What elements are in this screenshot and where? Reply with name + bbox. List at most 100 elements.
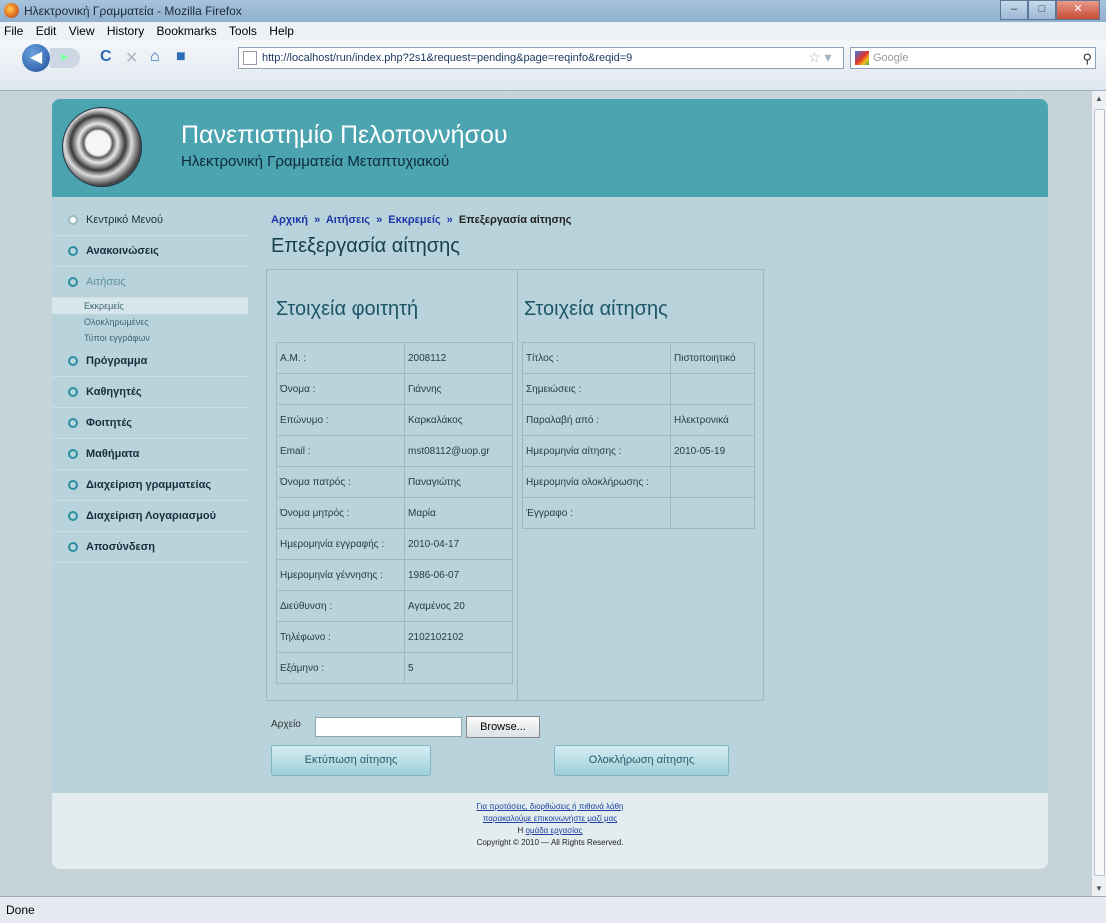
request-field-label: Έγγραφο : [522, 497, 671, 529]
back-icon[interactable]: ◀ [22, 44, 50, 72]
student-row: Ημερομηνία εγγραφής :2010-04-17 [276, 528, 513, 560]
breadcrumb-requests[interactable]: Αιτήσεις [326, 214, 370, 226]
minimize-button[interactable]: – [1000, 0, 1028, 20]
window-titlebar: Ηλεκτρονική Γραμματεία - Mozilla Firefox… [0, 0, 1106, 22]
bullet-icon [68, 449, 78, 459]
sidebar-item-students[interactable]: Φοιτητές [52, 408, 248, 439]
student-row: Α.Μ. :2008112 [276, 342, 513, 374]
google-icon [855, 51, 869, 65]
browse-button[interactable]: Browse... [466, 716, 540, 738]
url-bar[interactable]: http://localhost/run/index.php?2s1&reque… [238, 47, 844, 69]
sidebar-item-home[interactable]: Κεντρικό Μενού [52, 205, 248, 236]
navigation-toolbar: ◀ ▶ C ✕ ⌂ ■ http://localhost/run/index.p… [0, 40, 1106, 91]
student-row: Εξάμηνο :5 [276, 652, 513, 684]
sidebar-item-announcements[interactable]: Ανακοινώσεις [52, 236, 248, 267]
student-row: Επώνυμο : Καρκαλάκος [276, 404, 513, 436]
maximize-button[interactable]: □ [1028, 0, 1056, 20]
breadcrumb-home[interactable]: Αρχική [271, 214, 308, 226]
bullet-icon [68, 511, 78, 521]
request-row: Ημερομηνία αίτησης :2010-05-19 [522, 435, 755, 467]
sidebar: Κεντρικό Μενού Ανακοινώσεις Αιτήσεις Εκκ… [52, 205, 248, 563]
student-details-table: Α.Μ. :2008112 Όνομα : Γιάννης Επώνυμο : Καρκ… [276, 342, 513, 684]
student-field-label: Ημερομηνία γέννησης : [276, 559, 405, 591]
sidebar-item-requests[interactable]: Αιτήσεις [52, 267, 248, 298]
sidebar-subitem-doc-types[interactable]: Τύποι εγγράφων [52, 330, 248, 346]
student-section-title: Στοιχεία φοιτητή [276, 298, 419, 320]
sidebar-item-courses[interactable]: Μαθήματα [52, 439, 248, 470]
request-row: Τίτλος : Πιστοποιητικό [522, 342, 755, 374]
scroll-up-icon[interactable]: ▲ [1095, 94, 1103, 103]
sidebar-item-professors[interactable]: Καθηγητές [52, 377, 248, 408]
student-field-label: Εξάμηνο : [276, 652, 405, 684]
scroll-down-icon[interactable]: ▼ [1095, 884, 1103, 893]
student-field-value: Αγαμένος 20 [404, 590, 513, 622]
close-button[interactable]: ✕ [1056, 0, 1100, 20]
student-row: Όνομα πατρός : Παναγιώτης [276, 466, 513, 498]
breadcrumb-pending[interactable]: Εκκρεμείς [388, 214, 440, 226]
forward-icon[interactable]: ▶ [50, 48, 80, 68]
request-info-panel: Στοιχεία φοιτητή Α.Μ. :2008112 Όνομα : Γιά… [266, 269, 764, 701]
student-field-label: Α.Μ. : [276, 342, 405, 374]
search-placeholder: Google [873, 52, 909, 64]
site-title: Πανεπιστημίο Πελοποννήσου [181, 121, 508, 149]
status-text: Done [6, 903, 35, 917]
url-text: http://localhost/run/index.php?2s1&reque… [262, 52, 633, 64]
student-field-value: 2008112 [404, 342, 513, 374]
home-icon[interactable]: ⌂ [150, 48, 160, 66]
site-subtitle: Ηλεκτρονική Γραμματεία Μεταπτυχιακού [181, 153, 450, 170]
star-icon[interactable]: ☆ ▾ [808, 49, 831, 66]
student-row: Όνομα : Γιάννης [276, 373, 513, 405]
request-field-label: Σημειώσεις : [522, 373, 671, 405]
footer-contact-link[interactable]: παρακαλούμε επικοινωνήστε μαζί μας [52, 813, 1048, 825]
file-input[interactable] [315, 717, 462, 737]
breadcrumb: Αρχική » Αιτήσεις » Εκκρεμείς » Επεξεργα… [271, 214, 572, 226]
page-icon [243, 51, 257, 65]
student-row: Ημερομηνία γέννησης :1986-06-07 [276, 559, 513, 591]
complete-request-button[interactable]: Ολοκλήρωση αίτησης [554, 745, 729, 776]
breadcrumb-current: Επεξεργασία αίτησης [458, 214, 572, 226]
student-field-value: Καρκαλάκος [404, 404, 513, 436]
menu-bar: File Edit View History Bookmarks Tools H… [0, 22, 1106, 40]
reload-icon[interactable]: C [100, 48, 112, 66]
print-request-button[interactable]: Εκτύπωση αίτησης [271, 745, 431, 776]
bullet-icon [68, 356, 78, 366]
footer-team-link[interactable]: ομάδα εργασίας [526, 826, 583, 835]
menu-file[interactable]: File [0, 22, 28, 38]
menu-tools[interactable]: Tools [225, 22, 262, 38]
student-field-value: 2010-04-17 [404, 528, 513, 560]
request-field-label: Παραλαβή από : [522, 404, 671, 436]
search-input[interactable]: Google ⚲ [850, 47, 1096, 69]
menu-bookmarks[interactable]: Bookmarks [153, 22, 222, 38]
window-title: Ηλεκτρονική Γραμματεία - Mozilla Firefox [24, 4, 242, 18]
sidebar-item-secretariat-admin[interactable]: Διαχείριση γραμματείας [52, 470, 248, 501]
sidebar-subitem-pending[interactable]: Εκκρεμείς [52, 298, 248, 314]
sidebar-subitem-completed[interactable]: Ολοκληρωμένες [52, 314, 248, 330]
menu-history[interactable]: History [103, 22, 149, 38]
footer-feedback-link[interactable]: Για προτάσεις, διορθώσεις ή πιθανά λάθη [52, 801, 1048, 813]
sidebar-item-logout[interactable]: Αποσύνδεση [52, 532, 248, 563]
sidebar-item-account-admin[interactable]: Διαχείριση Λογαριασμού [52, 501, 248, 532]
student-field-value: 1986-06-07 [404, 559, 513, 591]
menu-view[interactable]: View [65, 22, 100, 38]
student-field-label: Όνομα πατρός : [276, 466, 405, 498]
menu-edit[interactable]: Edit [32, 22, 62, 38]
menu-help[interactable]: Help [265, 22, 299, 38]
request-row: Σημειώσεις : [522, 373, 755, 405]
student-row: Email : mst08112@uop.gr [276, 435, 513, 467]
request-section-title: Στοιχεία αίτησης [524, 298, 668, 320]
stop-icon[interactable]: ✕ [125, 48, 138, 68]
bullet-icon [68, 480, 78, 490]
bullet-icon [68, 277, 78, 287]
footer-team-line: Η ομάδα εργασίας [517, 826, 583, 835]
sidebar-item-program[interactable]: Πρόγραμμα [52, 346, 248, 377]
bookmark-folder-icon[interactable]: ■ [176, 48, 186, 66]
search-icon[interactable]: ⚲ [1082, 49, 1092, 69]
request-field-value [670, 373, 755, 405]
site-header: Πανεπιστημίο Πελοποννήσου Ηλεκτρονική Γρ… [52, 99, 1048, 197]
page-container: Πανεπιστημίο Πελοποννήσου Ηλεκτρονική Γρ… [52, 99, 1048, 869]
request-field-label: Ημερομηνία ολοκλήρωσης : [522, 466, 671, 498]
bullet-icon [68, 246, 78, 256]
vertical-scrollbar[interactable]: ▲ ▼ [1091, 91, 1106, 896]
student-field-value: Παναγιώτης [404, 466, 513, 498]
scrollbar-thumb[interactable] [1094, 109, 1105, 876]
